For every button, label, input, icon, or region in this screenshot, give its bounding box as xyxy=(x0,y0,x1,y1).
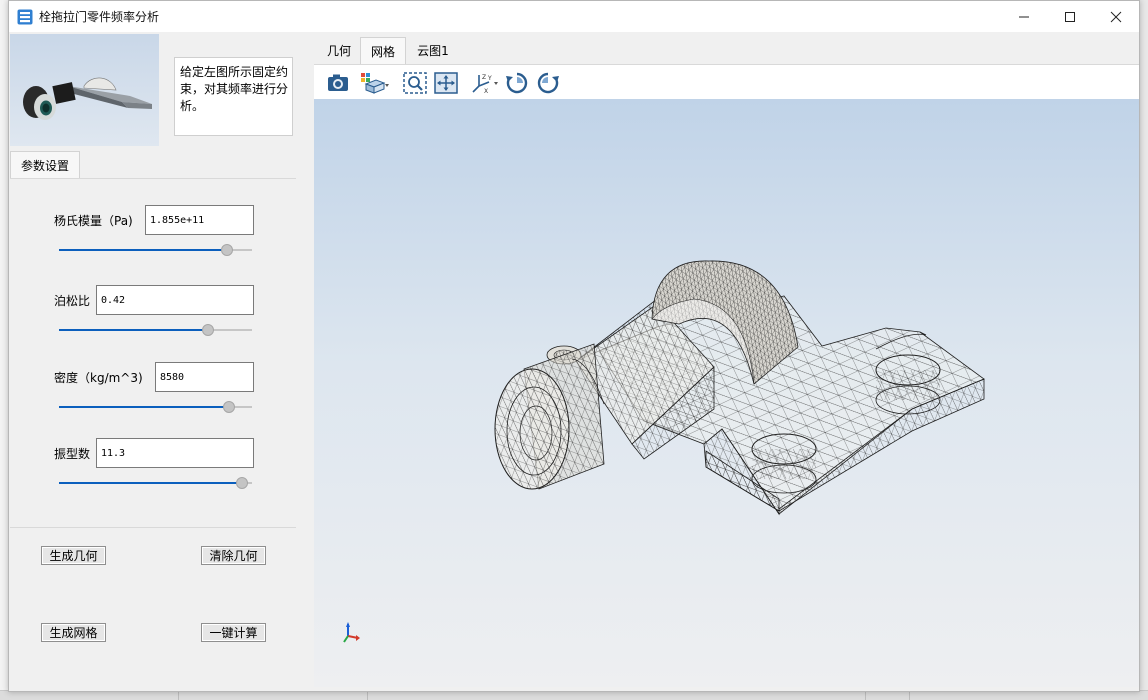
poisson-ratio-input[interactable]: 0.42 xyxy=(96,285,254,315)
background-segment xyxy=(865,691,910,700)
density-label: 密度（kg/m^3) xyxy=(54,371,143,385)
window-title: 栓拖拉门零件频率分析 xyxy=(39,10,160,24)
slider-handle[interactable] xyxy=(223,401,235,413)
divider xyxy=(10,178,296,179)
density-slider[interactable] xyxy=(59,400,252,414)
close-icon xyxy=(1110,11,1122,22)
tab-mesh[interactable]: 网格 xyxy=(360,37,406,64)
axis-orient-button[interactable]: Z Y X xyxy=(470,70,500,96)
view-cube-button[interactable] xyxy=(359,70,391,96)
youngs-modulus-label: 杨氏模量（Pa) xyxy=(54,214,133,228)
axis-orient-icon: Z Y X xyxy=(472,74,498,94)
3d-viewport[interactable] xyxy=(314,99,1139,687)
clear-geometry-button[interactable]: 清除几何 xyxy=(201,546,266,565)
generate-geometry-button[interactable]: 生成几何 xyxy=(41,546,106,565)
youngs-modulus-slider[interactable] xyxy=(59,243,252,257)
density-input[interactable]: 8580 xyxy=(155,362,254,392)
description-box: 给定左图所示固定约束，对其频率进行分析。 xyxy=(174,57,293,136)
fit-all-icon xyxy=(434,72,458,94)
poisson-ratio-slider[interactable] xyxy=(59,323,252,337)
tab-geometry[interactable]: 几何 xyxy=(318,37,360,64)
slider-fill xyxy=(59,406,229,408)
youngs-modulus-input[interactable]: 1.855e+11 xyxy=(145,205,254,235)
minimize-button[interactable] xyxy=(1001,1,1047,32)
slider-fill xyxy=(59,329,208,331)
fit-all-button[interactable] xyxy=(433,70,459,96)
svg-text:Y: Y xyxy=(487,75,492,82)
rotate-ccw-icon xyxy=(506,72,528,94)
view-cube-icon xyxy=(361,73,389,94)
mesh-model xyxy=(343,260,985,643)
part-thumbnail xyxy=(10,34,159,146)
axis-triad xyxy=(343,622,360,643)
slider-fill xyxy=(59,249,227,251)
close-button[interactable] xyxy=(1093,1,1139,32)
maximize-icon xyxy=(1065,11,1075,22)
zoom-box-button[interactable] xyxy=(402,70,428,96)
screenshot-button[interactable] xyxy=(325,70,351,96)
camera-icon xyxy=(328,74,348,91)
mode-count-label: 振型数 xyxy=(54,447,91,461)
mode-count-slider[interactable] xyxy=(59,476,252,490)
svg-text:Z: Z xyxy=(482,74,486,81)
view-tabs: 几何 网格 云图1 xyxy=(314,34,1139,64)
minimize-icon xyxy=(1019,16,1029,17)
slider-handle[interactable] xyxy=(202,324,214,336)
background-segment xyxy=(178,691,368,700)
generate-mesh-button[interactable]: 生成网格 xyxy=(41,623,106,642)
viewer-toolbar: Z Y X xyxy=(314,64,1139,99)
slider-handle[interactable] xyxy=(221,244,233,256)
svg-text:X: X xyxy=(484,88,488,94)
slider-fill xyxy=(59,482,242,484)
rotate-cw-icon xyxy=(537,72,559,94)
title-bar[interactable]: 栓拖拉门零件频率分析 xyxy=(9,1,1139,32)
rotate-ccw-button[interactable] xyxy=(504,70,530,96)
tab-parameter-settings-label: 参数设置 xyxy=(20,158,69,173)
part-thumbnail-image xyxy=(23,77,152,120)
poisson-ratio-label: 泊松比 xyxy=(54,294,91,308)
divider xyxy=(10,527,296,528)
tab-contour-1[interactable]: 云图1 xyxy=(412,37,454,64)
description-text: 给定左图所示固定约束，对其频率进行分析。 xyxy=(180,65,289,113)
maximize-button[interactable] xyxy=(1047,1,1093,32)
slider-handle[interactable] xyxy=(236,477,248,489)
tab-parameter-settings[interactable]: 参数设置 xyxy=(10,151,80,178)
mode-count-input[interactable]: 11.3 xyxy=(96,438,254,468)
one-click-calculate-button[interactable]: 一键计算 xyxy=(201,623,266,642)
window-controls xyxy=(1001,1,1139,32)
app-icon xyxy=(17,9,33,24)
zoom-box-icon xyxy=(403,72,427,94)
rotate-cw-button[interactable] xyxy=(535,70,561,96)
app-window: 栓拖拉门零件频率分析 给定左图所示固定约束，对其频率进行分析。 参数设置 杨氏模… xyxy=(8,0,1140,692)
